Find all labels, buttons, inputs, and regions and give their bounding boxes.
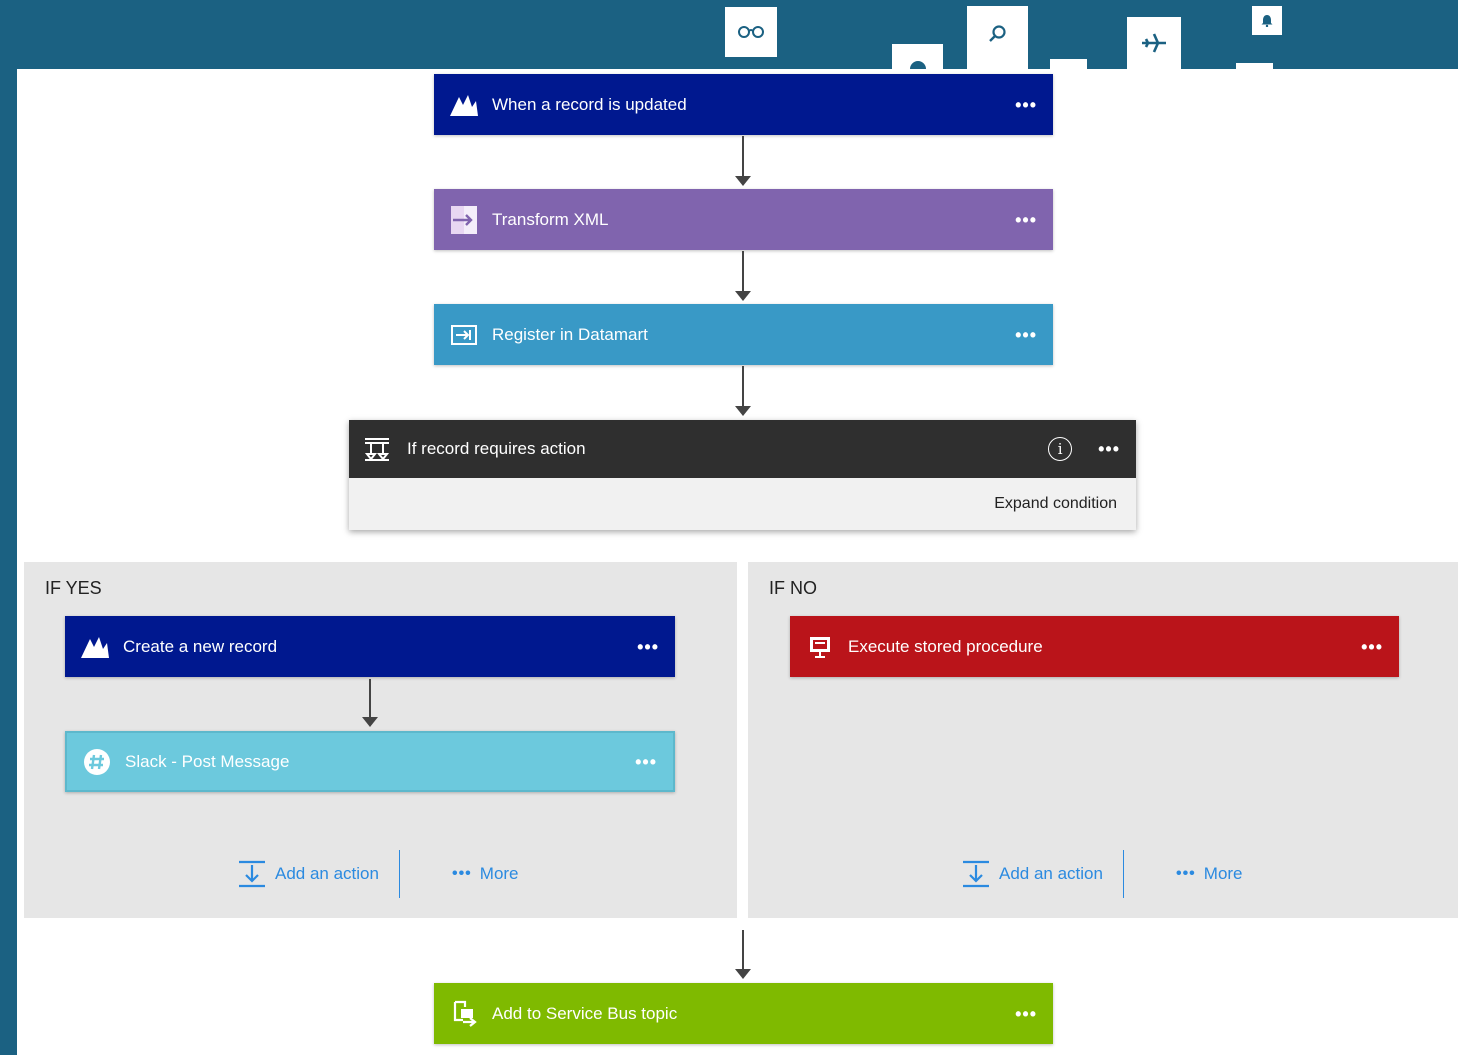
left-strip xyxy=(0,0,17,1055)
more-options-icon[interactable]: ••• xyxy=(1015,326,1037,344)
add-action-icon xyxy=(963,860,989,888)
create-record-title: Create a new record xyxy=(123,636,278,656)
more-options-icon[interactable]: ••• xyxy=(1015,1005,1037,1023)
execute-stored-procedure-title: Execute stored procedure xyxy=(848,636,1043,656)
function-icon xyxy=(448,319,480,351)
more-label: More xyxy=(1203,864,1243,883)
transform-xml-card[interactable]: Transform XML ••• xyxy=(434,189,1053,250)
divider xyxy=(398,850,400,898)
condition-card[interactable]: If record requires action i ••• Expand c… xyxy=(349,420,1136,530)
connector-arrow xyxy=(735,251,751,301)
bell-icon[interactable] xyxy=(1252,6,1282,35)
if-no-branch: IF NO Execute stored procedure ••• Add a… xyxy=(748,562,1458,918)
expand-condition-link[interactable]: Expand condition xyxy=(994,495,1117,513)
service-bus-card[interactable]: Add to Service Bus topic ••• xyxy=(434,983,1053,1044)
more-button[interactable]: ••• More xyxy=(452,864,519,884)
transform-xml-title: Transform XML xyxy=(492,209,609,229)
if-no-footer: Add an action ••• More xyxy=(962,850,1243,898)
add-action-icon xyxy=(239,860,265,888)
more-options-icon[interactable]: ••• xyxy=(1098,439,1120,460)
slack-post-message-title: Slack - Post Message xyxy=(125,751,290,771)
more-options-icon[interactable]: ••• xyxy=(1015,96,1037,114)
trigger-title: When a record is updated xyxy=(492,94,687,114)
connector-arrow xyxy=(735,366,751,416)
add-action-button[interactable]: Add an action xyxy=(962,860,1103,888)
more-options-icon[interactable]: ••• xyxy=(1361,638,1383,656)
add-action-label: Add an action xyxy=(275,864,379,883)
condition-header[interactable]: If record requires action i ••• xyxy=(349,420,1136,478)
connector-arrow xyxy=(735,136,751,186)
execute-stored-procedure-card[interactable]: Execute stored procedure ••• xyxy=(790,616,1399,677)
glasses-icon[interactable] xyxy=(725,7,777,57)
divider xyxy=(1122,850,1124,898)
connector-arrow xyxy=(362,679,378,727)
register-datamart-card[interactable]: Register in Datamart ••• xyxy=(434,304,1053,365)
if-yes-label: IF YES xyxy=(45,578,102,598)
more-options-icon[interactable]: ••• xyxy=(1015,211,1037,229)
condition-title: If record requires action xyxy=(407,439,586,458)
condition-body: Expand condition xyxy=(349,478,1136,530)
airplane-icon[interactable] xyxy=(1127,17,1181,69)
search-icon[interactable] xyxy=(967,6,1028,69)
more-dots-icon: ••• xyxy=(451,865,472,882)
service-bus-icon xyxy=(448,998,480,1030)
dynamics-icon xyxy=(79,631,111,663)
create-record-card[interactable]: Create a new record ••• xyxy=(65,616,675,677)
more-button[interactable]: ••• More xyxy=(1176,864,1243,884)
info-icon[interactable]: i xyxy=(1048,437,1073,461)
add-action-button[interactable]: Add an action xyxy=(238,860,379,888)
gauge-icon[interactable] xyxy=(892,44,943,69)
more-label: More xyxy=(479,864,519,883)
more-options-icon[interactable]: ••• xyxy=(637,638,659,656)
transform-xml-icon xyxy=(448,204,480,236)
if-yes-footer: Add an action ••• More xyxy=(238,850,519,898)
blank-tile-icon[interactable] xyxy=(1050,59,1087,69)
more-dots-icon: ••• xyxy=(1175,865,1196,882)
more-options-icon[interactable]: ••• xyxy=(635,753,657,771)
slack-post-message-card[interactable]: Slack - Post Message ••• xyxy=(65,731,675,792)
dynamics-icon xyxy=(448,89,480,121)
add-action-label: Add an action xyxy=(999,864,1103,883)
connector-arrow xyxy=(735,930,751,979)
service-bus-title: Add to Service Bus topic xyxy=(492,1003,678,1023)
if-no-label: IF NO xyxy=(769,578,817,598)
blank-tile-icon[interactable] xyxy=(1236,63,1273,69)
sql-icon xyxy=(804,631,836,663)
register-datamart-title: Register in Datamart xyxy=(492,324,648,344)
slack-icon xyxy=(81,746,113,778)
condition-icon xyxy=(361,433,393,465)
trigger-card[interactable]: When a record is updated ••• xyxy=(434,74,1053,135)
if-yes-branch: IF YES Create a new record ••• Slack - P… xyxy=(24,562,737,918)
